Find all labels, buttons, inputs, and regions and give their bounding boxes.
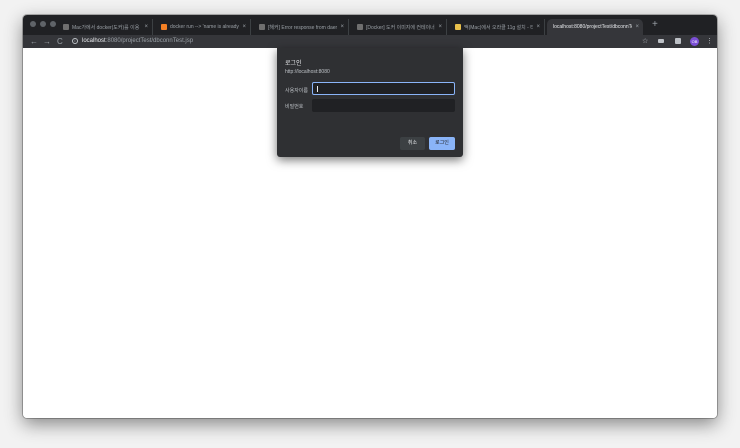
reload-icon[interactable]: C xyxy=(57,36,63,47)
back-arrow-icon[interactable]: ← xyxy=(30,36,38,47)
minimize-window-button[interactable] xyxy=(40,21,46,27)
zoom-window-button[interactable] xyxy=(50,21,56,27)
tab-close-icon[interactable]: × xyxy=(536,24,540,30)
tab-strip: Mac가에서 docker(도커)를 이용 × docker run --> '… xyxy=(23,15,717,35)
password-field[interactable] xyxy=(312,99,455,112)
login-button[interactable]: 로그인 xyxy=(429,137,455,150)
tab-favicon-icon xyxy=(259,24,265,30)
tab-title: [Docker] 도커 이미지에 컨테이너 생성 xyxy=(366,24,435,31)
tab-1[interactable]: Mac가에서 docker(도커)를 이용 × xyxy=(57,19,153,35)
tab-favicon-icon xyxy=(63,24,69,30)
close-window-button[interactable] xyxy=(30,21,36,27)
profile-avatar[interactable]: OB xyxy=(690,37,699,46)
window-controls xyxy=(30,21,56,27)
site-info-icon[interactable]: i xyxy=(72,38,78,44)
address-bar[interactable]: localhost:8080/projectTest/dbconnTest.js… xyxy=(82,37,193,46)
tab-title: docker run --> 'name is already in use' xyxy=(170,24,239,30)
tab-close-icon[interactable]: × xyxy=(340,24,344,30)
tab-5[interactable]: 맥(Mac)에서 오라클 11g 설치 - 티스토리 × xyxy=(449,19,545,35)
dialog-title: 로그인 xyxy=(285,61,302,67)
login-dialog: 로그인 http://localhost:8080 사용자이름 비밀번호 취소 … xyxy=(277,48,463,157)
tab-title: localhost:8080/projectTest/dbconnTest.js… xyxy=(553,24,632,30)
bookmark-star-icon[interactable]: ☆ xyxy=(642,37,648,46)
tab-title: Mac가에서 docker(도커)를 이용 xyxy=(72,24,140,31)
username-field[interactable] xyxy=(312,82,455,95)
browser-window: Mac가에서 docker(도커)를 이용 × docker run --> '… xyxy=(23,15,717,418)
tab-favicon-icon xyxy=(357,24,363,30)
url-path: :8080/projectTest/dbconnTest.jsp xyxy=(105,38,194,44)
extension-icon[interactable] xyxy=(675,38,681,44)
menu-dots-icon[interactable]: ⋮ xyxy=(706,37,713,46)
forward-arrow-icon[interactable]: → xyxy=(43,36,51,47)
tab-close-icon[interactable]: × xyxy=(242,24,246,30)
tab-close-icon[interactable]: × xyxy=(635,24,639,30)
username-label: 사용자이름 xyxy=(285,88,309,94)
dialog-url: http://localhost:8080 xyxy=(285,69,330,75)
tab-favicon-icon xyxy=(161,24,167,30)
tab-3[interactable]: [해커] Error response from daemon × xyxy=(253,19,349,35)
tab-title: 맥(Mac)에서 오라클 11g 설치 - 티스토리 xyxy=(464,24,534,31)
url-host: localhost xyxy=(82,38,106,44)
new-tab-button[interactable]: + xyxy=(652,20,658,30)
tab-close-icon[interactable]: × xyxy=(438,24,442,30)
password-label: 비밀번호 xyxy=(285,104,304,110)
tab-6-active[interactable]: localhost:8080/projectTest/dbconnTest.js… xyxy=(547,19,643,35)
tab-close-icon[interactable]: × xyxy=(144,24,148,30)
cancel-button[interactable]: 취소 xyxy=(400,137,425,150)
tab-4[interactable]: [Docker] 도커 이미지에 컨테이너 생성 × xyxy=(351,19,447,35)
tab-favicon-icon xyxy=(455,24,461,30)
cast-icon[interactable] xyxy=(658,39,664,43)
text-caret xyxy=(317,86,318,92)
browser-toolbar: ← → C i localhost:8080/projectTest/dbcon… xyxy=(23,35,717,48)
tab-2[interactable]: docker run --> 'name is already in use' … xyxy=(155,19,251,35)
tab-title: [해커] Error response from daemon xyxy=(268,24,337,31)
